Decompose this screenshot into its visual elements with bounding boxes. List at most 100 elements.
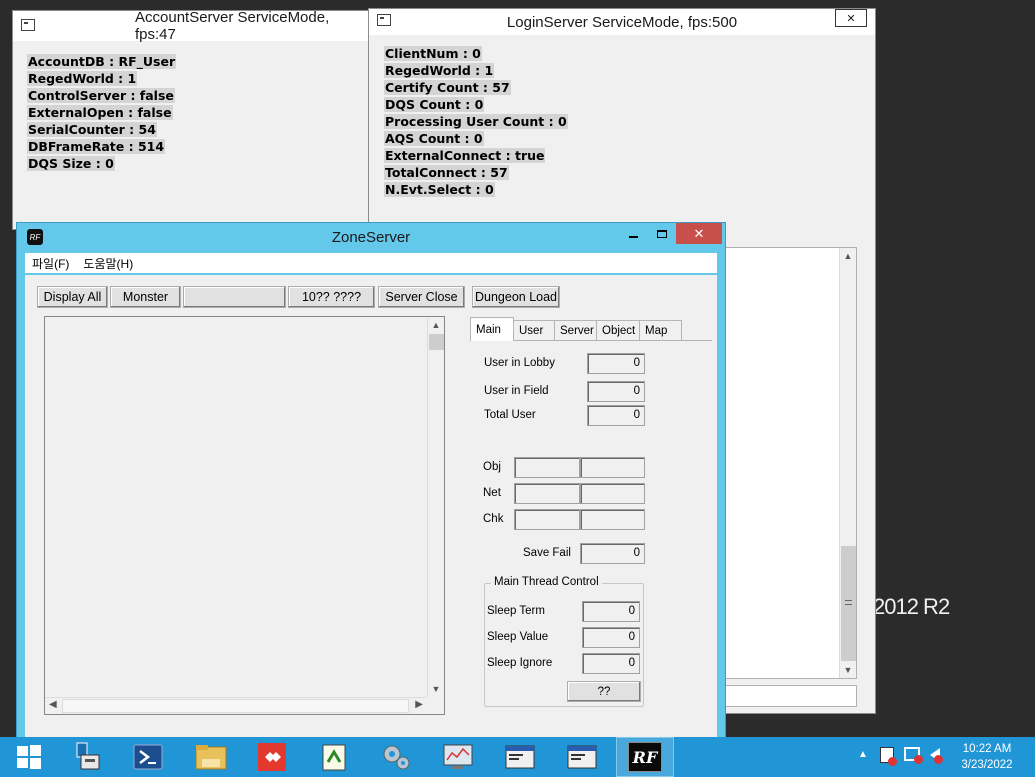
console-line: AQS Count : 0 bbox=[384, 131, 484, 146]
taskbar-performance-monitor[interactable] bbox=[429, 737, 487, 777]
network-icon[interactable] bbox=[904, 747, 923, 764]
user-in-field-field[interactable]: 0 bbox=[587, 381, 645, 402]
tab-object[interactable]: Object bbox=[596, 320, 640, 340]
user-in-lobby-field[interactable]: 0 bbox=[587, 353, 645, 374]
language-button[interactable]: 10?? ???? bbox=[288, 286, 375, 308]
taskbar: RF ▲ 10:22 AM 3/23/2022 bbox=[0, 737, 1035, 777]
start-button[interactable] bbox=[0, 737, 58, 777]
clock-date: 3/23/2022 bbox=[961, 759, 1013, 771]
tab-server[interactable]: Server bbox=[554, 320, 597, 340]
console-line: TotalConnect : 57 bbox=[384, 165, 509, 180]
clock[interactable]: 10:22 AM 3/23/2022 bbox=[952, 741, 1022, 773]
obj-field-2[interactable] bbox=[580, 457, 645, 478]
obj-field-1[interactable] bbox=[514, 457, 580, 478]
tab-user[interactable]: User bbox=[513, 320, 555, 340]
zone-server-window[interactable]: RF ZoneServer ✕ 파일(F) 도움말(H) Display All… bbox=[16, 222, 726, 740]
account-title-bar[interactable]: AccountServer ServiceMode, fps:47 bbox=[13, 9, 373, 43]
chk-field-2[interactable] bbox=[580, 509, 645, 530]
taskbar-console-window-2[interactable] bbox=[553, 737, 611, 777]
maximize-icon bbox=[657, 229, 667, 238]
server-close-button[interactable]: Server Close bbox=[378, 286, 465, 308]
console-line: ClientNum : 0 bbox=[384, 46, 482, 61]
window-menu-icon[interactable] bbox=[21, 19, 35, 31]
dungeon-load-button[interactable]: Dungeon Load bbox=[472, 286, 560, 308]
total-user-field[interactable]: 0 bbox=[587, 405, 645, 426]
listbox-hscroll[interactable]: ◀ ▶ bbox=[45, 697, 427, 714]
notepad-plus-icon bbox=[322, 744, 346, 771]
console-window-icon bbox=[567, 745, 597, 769]
console-line: N.Evt.Select : 0 bbox=[384, 182, 495, 197]
log-listbox[interactable]: ▲ ▼ ◀ ▶ bbox=[44, 316, 445, 715]
taskbar-server-manager[interactable] bbox=[58, 737, 116, 777]
scroll-up-icon[interactable]: ▲ bbox=[840, 251, 856, 261]
total-user-label: Total User bbox=[484, 409, 536, 421]
account-console: AccountDB : RF_User RegedWorld : 1 Contr… bbox=[27, 53, 177, 172]
menu-help[interactable]: 도움말(H) bbox=[76, 255, 140, 272]
account-server-window[interactable]: AccountServer ServiceMode, fps:47 Accoun… bbox=[12, 9, 374, 230]
tab-map[interactable]: Map bbox=[639, 320, 682, 340]
taskbar-powershell[interactable] bbox=[119, 737, 177, 777]
taskbar-zoneserver[interactable]: RF bbox=[616, 737, 674, 777]
login-console: ClientNum : 0 RegedWorld : 1 Certify Cou… bbox=[384, 45, 568, 198]
save-fail-field[interactable]: 0 bbox=[580, 543, 645, 564]
server-manager-icon bbox=[76, 742, 100, 770]
save-fail-label: Save Fail bbox=[523, 547, 571, 559]
minimize-button[interactable] bbox=[619, 223, 647, 244]
action-center-icon[interactable] bbox=[880, 747, 897, 766]
taskbar-file-explorer[interactable] bbox=[182, 737, 240, 777]
scroll-up-icon[interactable]: ▲ bbox=[428, 320, 444, 330]
close-button[interactable]: ✕ bbox=[676, 223, 722, 244]
scroll-thumb[interactable] bbox=[429, 334, 444, 350]
scroll-down-icon[interactable]: ▼ bbox=[428, 684, 444, 694]
login-title: LoginServer ServiceMode, fps:500 bbox=[506, 13, 738, 31]
apply-button[interactable]: ?? bbox=[567, 681, 641, 702]
console-line: RegedWorld : 1 bbox=[384, 63, 495, 78]
account-title: AccountServer ServiceMode, fps:47 bbox=[135, 9, 330, 43]
show-hidden-icons[interactable]: ▲ bbox=[858, 749, 868, 760]
sleep-term-field[interactable]: 0 bbox=[582, 601, 640, 622]
clock-time: 10:22 AM bbox=[962, 743, 1012, 755]
gears-icon bbox=[383, 745, 410, 770]
menu-file[interactable]: 파일(F) bbox=[25, 255, 76, 272]
net-field-2[interactable] bbox=[580, 483, 645, 504]
monster-button[interactable]: Monster bbox=[110, 286, 181, 308]
grip-icon bbox=[845, 600, 852, 605]
sleep-ignore-field[interactable]: 0 bbox=[582, 653, 640, 674]
scroll-down-icon[interactable]: ▼ bbox=[840, 665, 856, 675]
taskbar-console-window-1[interactable] bbox=[491, 737, 549, 777]
listbox-vscroll[interactable]: ▲ ▼ bbox=[427, 317, 444, 697]
scroll-right-icon[interactable]: ▶ bbox=[415, 699, 423, 710]
display-all-button[interactable]: Display All bbox=[37, 286, 108, 308]
maximize-button[interactable] bbox=[648, 223, 676, 244]
console-line: ExternalOpen : false bbox=[27, 105, 173, 120]
zone-menubar: 파일(F) 도움말(H) bbox=[25, 253, 717, 273]
console-line: ExternalConnect : true bbox=[384, 148, 546, 163]
console-line: SerialCounter : 54 bbox=[27, 122, 157, 137]
volume-icon[interactable] bbox=[930, 748, 943, 764]
zone-client-area: Display All Monster 10?? ???? Server Clo… bbox=[25, 275, 717, 739]
taskbar-settings[interactable] bbox=[367, 737, 425, 777]
taskbar-notepad-plus[interactable] bbox=[305, 737, 363, 777]
console-line: DBFrameRate : 514 bbox=[27, 139, 166, 154]
taskbar-anydesk[interactable] bbox=[243, 737, 301, 777]
monitor-icon bbox=[443, 744, 473, 769]
login-input-field[interactable] bbox=[725, 685, 857, 707]
login-title-bar[interactable]: LoginServer ServiceMode, fps:500 ✕ bbox=[369, 9, 875, 35]
chk-field-1[interactable] bbox=[514, 509, 580, 530]
desktop-watermark: 2012 R2 bbox=[873, 594, 950, 619]
rf-app-icon: RF bbox=[628, 742, 662, 772]
login-log-scrollbar[interactable]: ▲ ▼ bbox=[839, 248, 856, 678]
tab-main[interactable]: Main bbox=[470, 317, 514, 341]
window-menu-icon[interactable] bbox=[377, 14, 391, 26]
scroll-thumb[interactable] bbox=[62, 699, 409, 713]
net-field-1[interactable] bbox=[514, 483, 580, 504]
scroll-left-icon[interactable]: ◀ bbox=[49, 699, 57, 710]
login-log-area[interactable] bbox=[725, 247, 857, 679]
console-line: AccountDB : RF_User bbox=[27, 54, 177, 69]
close-button[interactable]: ✕ bbox=[835, 9, 867, 27]
obj-label: Obj bbox=[483, 461, 501, 473]
sleep-value-field[interactable]: 0 bbox=[582, 627, 640, 648]
console-line: RegedWorld : 1 bbox=[27, 71, 138, 86]
blank-button[interactable] bbox=[183, 286, 286, 308]
anydesk-icon bbox=[258, 743, 286, 771]
